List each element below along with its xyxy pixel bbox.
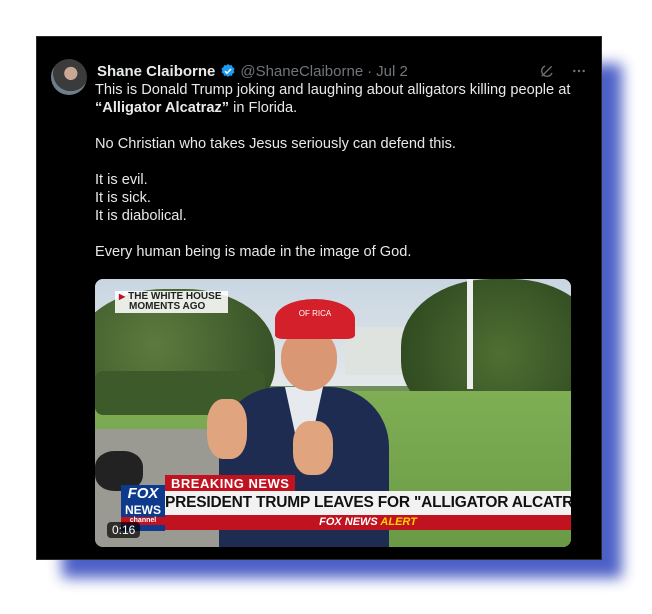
- post-header: Shane Claiborne @ShaneClaiborne · Jul 2: [97, 61, 587, 81]
- hand-left: [207, 399, 247, 459]
- hand-right: [293, 421, 333, 475]
- header-actions: [539, 63, 587, 79]
- text-line-2-rest: in Florida.: [229, 100, 298, 116]
- meta-separator: ·: [367, 62, 373, 80]
- cap-text-2: RICA: [312, 309, 332, 318]
- bold-phrase: “Alligator Alcatraz”: [95, 100, 230, 116]
- play-arrow-icon: ▶: [119, 292, 126, 301]
- post-card[interactable]: Shane Claiborne @ShaneClaiborne · Jul 2 …: [36, 36, 602, 560]
- fox-news-alert: FOX NEWS ALERT: [165, 515, 571, 530]
- text-evil: It is evil.: [95, 172, 148, 188]
- breaking-news-label: BREAKING NEWS: [165, 475, 296, 492]
- badge-line-2: MOMENTS AGO: [129, 301, 206, 312]
- post-text: This is Donald Trump joking and laughing…: [95, 81, 591, 261]
- avatar[interactable]: [51, 59, 87, 95]
- red-cap: OF RICA: [275, 299, 355, 339]
- video-headline: PRESIDENT TRUMP LEAVES FOR "ALLIGATOR AL…: [165, 491, 571, 515]
- author-handle[interactable]: @ShaneClaiborne: [240, 63, 363, 80]
- alert-word: ALERT: [380, 516, 417, 528]
- text-line-1: This is Donald Trump joking and laughing…: [95, 82, 571, 98]
- logo-fox: FOX: [127, 485, 159, 502]
- white-house-badge: ▶ THE WHITE HOUSE MOMENTS AGO: [115, 291, 228, 313]
- post-date[interactable]: Jul 2: [376, 63, 408, 80]
- text-line-2: “Alligator Alcatraz” in Florida.: [95, 99, 591, 117]
- text-sick: It is sick.: [95, 190, 151, 206]
- text-diabolical: It is diabolical.: [95, 208, 187, 224]
- author-name[interactable]: Shane Claiborne: [97, 63, 215, 80]
- grok-icon[interactable]: [539, 63, 555, 79]
- alert-prefix: FOX NEWS: [319, 516, 381, 528]
- verified-badge-icon: [220, 63, 236, 79]
- video-player[interactable]: OF RICA ▶ THE WHITE HOUSE MOMENTS AGO BRE…: [95, 279, 571, 547]
- more-options-icon[interactable]: [571, 63, 587, 79]
- cap-text-1: OF: [298, 309, 310, 318]
- video-duration: 0:16: [107, 522, 141, 538]
- logo-news: NEWS: [125, 503, 161, 517]
- text-paragraph-2: No Christian who takes Jesus seriously c…: [95, 136, 456, 152]
- text-paragraph-4: Every human being is made in the image o…: [95, 244, 412, 260]
